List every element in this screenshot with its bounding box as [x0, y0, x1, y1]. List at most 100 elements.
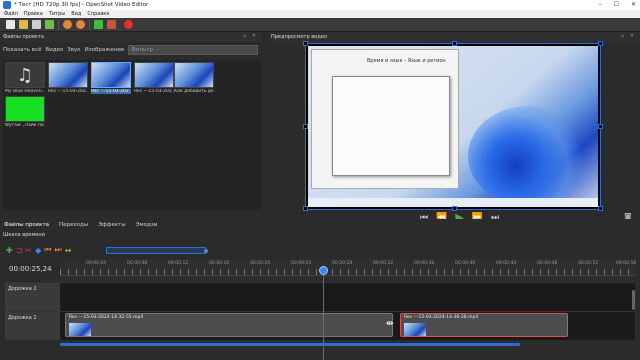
- zoom-slider-knob[interactable]: [204, 249, 208, 253]
- undo-icon[interactable]: [63, 20, 72, 29]
- video-thumbnail: [48, 62, 88, 88]
- menu-help[interactable]: Справка: [87, 11, 109, 17]
- next-marker-icon[interactable]: ⏭: [54, 245, 61, 255]
- video-preview[interactable]: Время и язык › Язык и регион: [303, 41, 603, 211]
- timeline-vertical-scrollbar[interactable]: [632, 290, 635, 310]
- file-item[interactable]: ♫ My Blue Heaven...: [5, 62, 45, 98]
- tab-transitions[interactable]: Переходы: [59, 222, 88, 228]
- redo-icon[interactable]: [76, 20, 85, 29]
- openshot-app-icon: [3, 1, 11, 9]
- track-label[interactable]: Дорожка 1: [5, 312, 60, 340]
- razor-icon[interactable]: ✂: [25, 246, 32, 255]
- menu-view[interactable]: Вид: [71, 11, 81, 17]
- timeline-clip[interactable]: Rec ---15-03-2024-14-32-55.mp4: [65, 313, 393, 337]
- file-caption: My Blue Heaven...: [5, 89, 45, 94]
- file-item[interactable]: Rec ---15-03-202...: [48, 62, 88, 98]
- save-project-icon[interactable]: [32, 20, 41, 29]
- resize-handle[interactable]: [303, 41, 308, 46]
- track-label[interactable]: Дорожка 2: [5, 283, 60, 311]
- current-time: 00:00:25,24: [9, 265, 52, 273]
- file-caption: Rec ---15-03-202...: [48, 89, 88, 94]
- center-playhead-icon[interactable]: ↔: [65, 246, 72, 255]
- add-marker-icon[interactable]: ◆: [35, 246, 41, 255]
- file-item[interactable]: Футаж „Лайк по...: [5, 96, 45, 132]
- ruler-label: 00:00:36: [414, 261, 435, 266]
- ruler-label: 00:00:24: [291, 261, 312, 266]
- menu-edit[interactable]: Правка: [24, 11, 43, 17]
- project-files-list: ♫ My Blue Heaven... Rec ---15-03-202... …: [3, 60, 261, 210]
- import-files-icon[interactable]: [45, 20, 54, 29]
- track-row: Дорожка 1 Rec ---15-03-2024-14-32-55.mp4…: [5, 311, 635, 340]
- timeline-clip-selected[interactable]: Rec ---15-03-2024-14-36-28.mp4: [400, 313, 568, 337]
- time-ruler[interactable]: 00:00:04 00:00:08 00:00:12 00:00:16 00:0…: [60, 259, 636, 276]
- panel-float-close-icon[interactable]: ▫ ✕: [621, 33, 636, 39]
- filter-video[interactable]: Видео: [45, 47, 63, 53]
- toolbar-separator: [89, 19, 90, 30]
- file-item[interactable]: Как добавить де...: [174, 62, 214, 98]
- open-project-icon[interactable]: [19, 20, 28, 29]
- file-item[interactable]: Rec ---15-03-202...: [134, 62, 174, 98]
- menu-file[interactable]: Файл: [4, 11, 18, 17]
- add-track-icon[interactable]: [94, 20, 103, 29]
- resize-handle[interactable]: [598, 41, 603, 46]
- playhead-line[interactable]: [323, 268, 324, 360]
- previous-marker-icon[interactable]: ⏮: [44, 245, 51, 255]
- tab-emoji[interactable]: Эмодзи: [136, 222, 158, 228]
- clip-thumbnail: [69, 323, 91, 336]
- snapping-icon[interactable]: ⊐: [16, 246, 23, 255]
- ruler-label: 00:00:48: [537, 261, 558, 266]
- timeline-horizontal-scrollbar[interactable]: [60, 343, 520, 346]
- file-caption: Футаж „Лайк по...: [5, 123, 45, 128]
- track-lane[interactable]: Rec ---15-03-2024-14-32-55.mp4 Rec ---15…: [61, 312, 635, 340]
- video-thumbnail: [91, 62, 131, 88]
- menu-titles[interactable]: Титры: [49, 11, 65, 17]
- panel-tabs: Файлы проекта Переходы Эффекты Эмодзи: [0, 219, 640, 230]
- ruler-ticks: [60, 269, 636, 275]
- window-controls: – ☐ ✕: [599, 1, 636, 8]
- minimize-button[interactable]: –: [599, 1, 602, 8]
- export-film-icon[interactable]: [107, 20, 116, 29]
- panel-float-close-icon[interactable]: ▫ ✕: [243, 33, 258, 39]
- playhead-handle[interactable]: [319, 266, 328, 275]
- filter-show-all[interactable]: Показать всё: [3, 47, 41, 53]
- file-item-selected[interactable]: Rec ---15-03-202...: [91, 62, 131, 98]
- main-toolbar: [0, 18, 640, 32]
- filter-input[interactable]: Фильтр: [128, 45, 259, 55]
- record-icon[interactable]: [124, 20, 133, 29]
- ruler-label: 00:00:16: [209, 261, 230, 266]
- ruler-label: 00:00:12: [168, 261, 189, 266]
- ruler-label: 00:00:04: [86, 261, 107, 266]
- resize-handle[interactable]: [598, 206, 603, 211]
- track-row: Дорожка 2: [5, 282, 635, 311]
- video-thumbnail: [174, 62, 214, 88]
- tab-effects[interactable]: Эффекты: [98, 222, 126, 228]
- music-note-icon: ♫: [5, 62, 45, 88]
- resize-handle[interactable]: [303, 124, 308, 129]
- maximize-button[interactable]: ☐: [614, 1, 619, 8]
- preview-frame: Время и язык › Язык и регион: [308, 46, 598, 207]
- filter-image[interactable]: Изображение: [85, 47, 125, 53]
- ruler-label: 00:00:40: [455, 261, 476, 266]
- tab-project-files[interactable]: Файлы проекта: [4, 222, 49, 228]
- file-caption: Как добавить де...: [174, 89, 214, 94]
- resize-cursor-icon: ⇹: [386, 319, 394, 329]
- project-files-title: Файлы проекта ▫ ✕: [0, 32, 262, 42]
- resize-handle[interactable]: [598, 124, 603, 129]
- add-track-icon[interactable]: ✚: [6, 246, 13, 255]
- ruler-label: 00:00:56: [616, 261, 637, 266]
- close-button[interactable]: ✕: [631, 1, 636, 8]
- ruler-label: 00:00:20: [250, 261, 271, 266]
- resize-handle[interactable]: [452, 41, 457, 46]
- timeline-zoom-slider[interactable]: [106, 247, 208, 254]
- filter-audio[interactable]: Звук: [67, 47, 80, 53]
- clip-title: Rec ---15-03-2024-14-36-28.mp4: [404, 315, 479, 320]
- video-thumbnail: [134, 62, 174, 88]
- file-filter-bar: Показать всё Видео Звук Изображение Филь…: [3, 44, 261, 56]
- resize-handle[interactable]: [303, 206, 308, 211]
- track-lane[interactable]: [61, 283, 635, 311]
- panel-title-text: Предпросмотр видео: [271, 34, 328, 40]
- new-project-icon[interactable]: [6, 20, 15, 29]
- timeline-title: Шкала времени: [3, 232, 45, 238]
- file-caption: Rec ---15-03-202...: [134, 89, 174, 94]
- menu-bar: Файл Правка Титры Вид Справка: [0, 10, 640, 18]
